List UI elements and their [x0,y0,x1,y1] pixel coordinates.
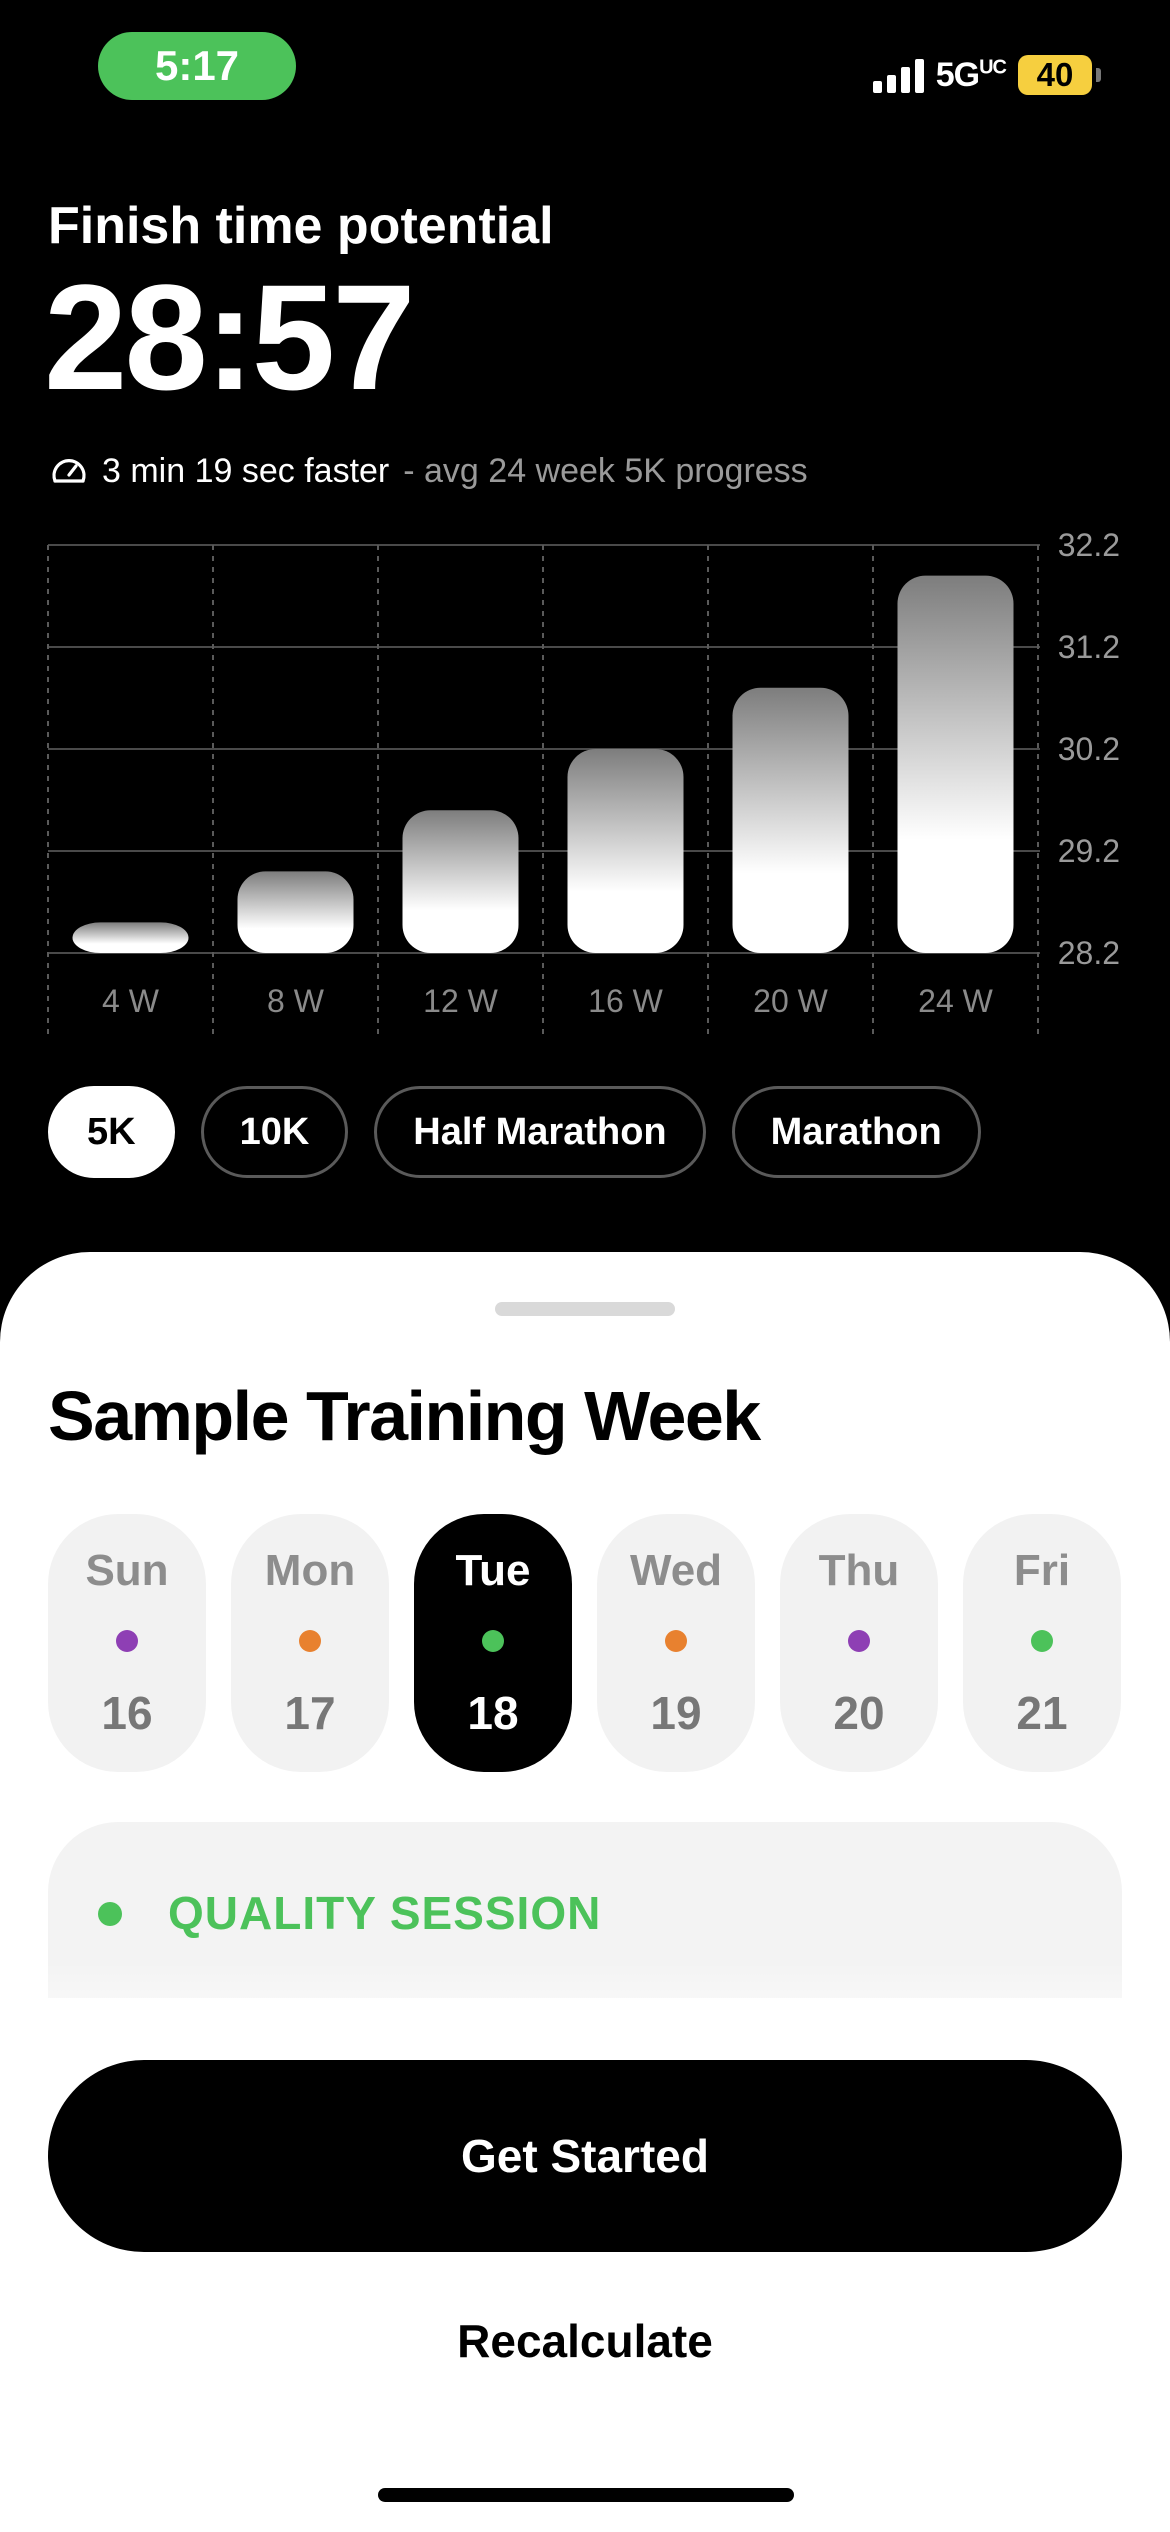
chart-bar [402,810,519,953]
progress-strong-text: 3 min 19 sec faster [102,452,390,490]
signal-icon [872,57,924,93]
day-workout-dot [299,1630,321,1652]
day-name: Thu [818,1546,900,1595]
y-tick-label: 31.2 [1058,629,1120,665]
day-name: Tue [455,1546,531,1595]
day-workout-dot [482,1630,504,1652]
chart-bar [897,575,1014,953]
day-name: Mon [264,1546,356,1595]
day-number: 18 [467,1687,519,1739]
session-dot [98,1902,122,1926]
battery-icon: 40 [1018,55,1101,95]
day-pill[interactable]: Thu 20 [780,1514,938,1772]
y-tick-label: 29.2 [1058,833,1120,869]
speedometer-icon [52,458,86,483]
day-workout-dot [1031,1630,1053,1652]
distance-chip[interactable]: Marathon [731,1086,981,1178]
day-workout-dot [848,1630,870,1652]
finish-time-value: 28:57 [44,253,416,421]
day-pill[interactable]: Wed 19 [597,1514,755,1772]
y-tick-label: 28.2 [1058,935,1120,971]
session-label: QUALITY SESSION [168,1887,602,1939]
week-day-selector: Sun 16 Mon 17 Tue 18 Wed 19 Thu 20 Fri 21 [48,1514,1121,1772]
home-indicator [378,2488,794,2502]
day-name: Wed [629,1546,723,1595]
chart-bar [567,749,684,953]
day-workout-dot [116,1630,138,1652]
distance-chip[interactable]: 5K [48,1086,175,1178]
day-number: 20 [833,1687,885,1739]
distance-selector: 5K 10K Half Marathon Marathon [48,1086,981,1178]
recalculate-button[interactable]: Recalculate [0,2314,1170,2368]
day-name: Sun [85,1546,169,1595]
progress-summary: 3 min 19 sec faster - avg 24 week 5K pro… [50,452,808,491]
x-tick-label: 12 W [423,983,498,1019]
y-tick-label: 32.2 [1058,530,1120,563]
day-pill[interactable]: Fri 21 [963,1514,1121,1772]
day-pill[interactable]: Tue 18 [414,1514,572,1772]
x-tick-label: 8 W [267,983,325,1019]
network-label: 5GUC [935,55,1007,94]
status-time: 5:17 [98,32,296,100]
day-number: 17 [284,1687,336,1739]
day-number: 16 [101,1687,153,1739]
day-name: Fri [1013,1546,1071,1595]
distance-chip[interactable]: Half Marathon [374,1086,706,1178]
day-number: 19 [650,1687,702,1739]
chart-bar [732,687,849,953]
sheet-title: Sample Training Week [48,1377,761,1455]
x-tick-label: 24 W [918,983,993,1019]
footer-actions: Get Started Recalculate [0,1998,1170,2532]
progress-chart: 32.2 31.2 30.2 29.2 28.2 4 W 8 W 12 W 16 W 20 W 24… [47,530,1120,1035]
chart-bar [72,922,189,953]
y-tick-label: 30.2 [1058,731,1120,767]
day-pill[interactable]: Mon 17 [231,1514,389,1772]
progress-muted-text: - avg 24 week 5K progress [403,452,808,490]
get-started-button[interactable]: Get Started [48,2060,1122,2252]
day-workout-dot [665,1630,687,1652]
x-tick-label: 16 W [588,983,663,1019]
sheet-grabber[interactable] [495,1302,675,1316]
chart-bar [237,871,354,953]
x-tick-label: 4 W [102,983,160,1019]
distance-chip[interactable]: 10K [200,1086,349,1178]
finish-time-subtitle: Finish time potential [48,197,554,255]
day-pill[interactable]: Sun 16 [48,1514,206,1772]
day-number: 21 [1016,1687,1068,1739]
status-indicators: 5GUC 40 [872,52,1101,98]
x-tick-label: 20 W [753,983,828,1019]
